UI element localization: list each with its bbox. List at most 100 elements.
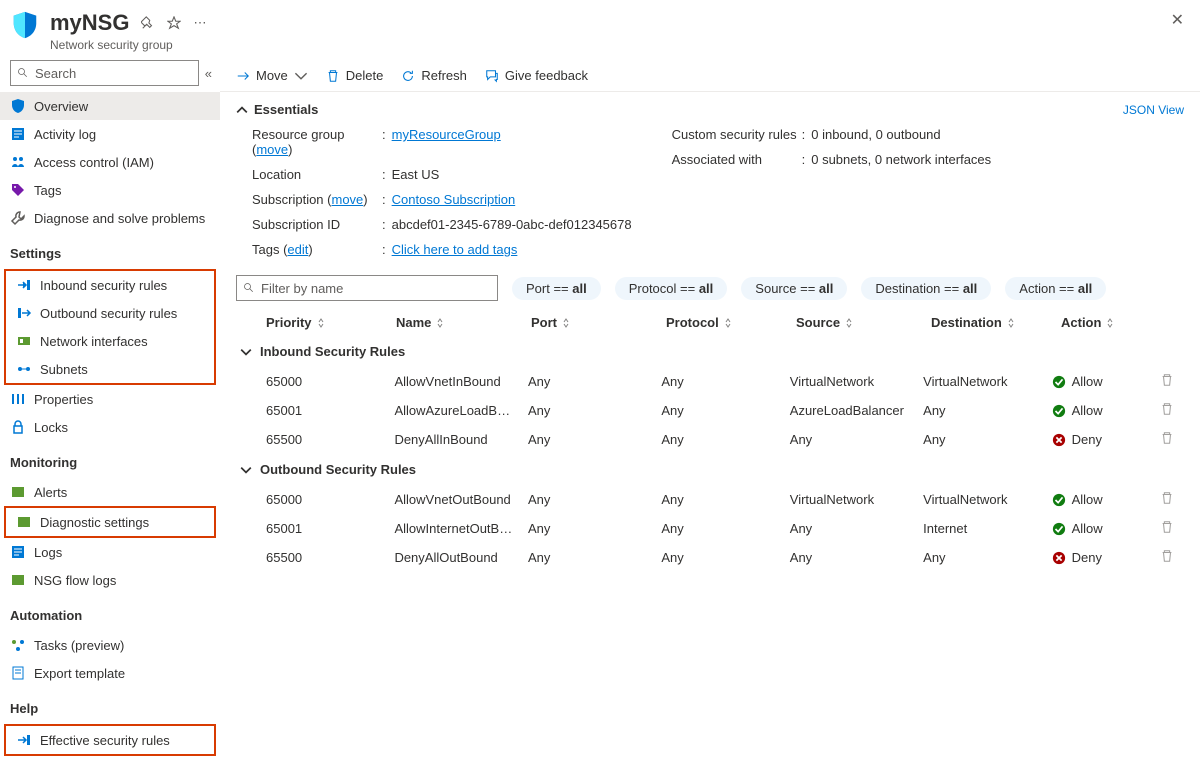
close-icon[interactable]: ✕	[1171, 10, 1184, 30]
star-icon[interactable]	[167, 16, 181, 30]
eff-icon	[16, 732, 32, 748]
refresh-icon	[401, 69, 415, 83]
sidebar-item-subnets[interactable]: Subnets	[6, 355, 214, 383]
flow-icon	[10, 572, 26, 588]
sidebar-item-properties[interactable]: Properties	[0, 385, 220, 413]
sidebar-item-locks[interactable]: Locks	[0, 413, 220, 441]
sidebar-item-nsg-flow-logs[interactable]: NSG flow logs	[0, 566, 220, 594]
page-title: myNSG	[50, 10, 129, 36]
chevron-down-icon	[240, 346, 252, 358]
col-action[interactable]: Action	[1061, 315, 1171, 330]
iam-icon	[10, 154, 26, 170]
chevron-down-icon	[294, 69, 308, 83]
table-row[interactable]: 65000AllowVnetOutBoundAnyAnyVirtualNetwo…	[236, 485, 1184, 514]
group-inbound[interactable]: Inbound Security Rules	[236, 336, 1184, 367]
sidebar-item-access-control-iam-[interactable]: Access control (IAM)	[0, 148, 220, 176]
delete-row-icon[interactable]	[1160, 373, 1184, 390]
sidebar-item-diagnostic-settings[interactable]: Diagnostic settings	[6, 508, 214, 536]
col-name[interactable]: Name	[396, 315, 531, 330]
sub-link[interactable]: Contoso Subscription	[392, 192, 516, 207]
delete-row-icon[interactable]	[1160, 491, 1184, 508]
sidebar-item-tasks-preview-[interactable]: Tasks (preview)	[0, 631, 220, 659]
filter-action[interactable]: Action == all	[1005, 277, 1106, 300]
lock-icon	[10, 419, 26, 435]
table-row[interactable]: 65500DenyAllInBoundAnyAnyAnyAnyDeny	[236, 425, 1184, 454]
feedback-button[interactable]: Give feedback	[485, 68, 588, 83]
rg-link[interactable]: myResourceGroup	[392, 127, 501, 157]
section-settings: Settings	[0, 232, 220, 265]
filter-port[interactable]: Port == all	[512, 277, 601, 300]
sidebar-item-tags[interactable]: Tags	[0, 176, 220, 204]
export-icon	[10, 665, 26, 681]
delete-row-icon[interactable]	[1160, 520, 1184, 537]
in-icon	[16, 277, 32, 293]
sidebar-item-outbound-security-rules[interactable]: Outbound security rules	[6, 299, 214, 327]
delete-row-icon[interactable]	[1160, 402, 1184, 419]
trash-icon	[326, 69, 340, 83]
move-icon	[236, 69, 250, 83]
col-source[interactable]: Source	[796, 315, 931, 330]
table-row[interactable]: 65001AllowAzureLoadBalanc…AnyAnyAzureLoa…	[236, 396, 1184, 425]
sidebar-item-overview[interactable]: Overview	[0, 92, 220, 120]
sidebar: Search « OverviewActivity logAccess cont…	[0, 60, 220, 757]
feedback-icon	[485, 69, 499, 83]
log-icon	[10, 126, 26, 142]
sidebar-item-inbound-security-rules[interactable]: Inbound security rules	[6, 271, 214, 299]
group-outbound[interactable]: Outbound Security Rules	[236, 454, 1184, 485]
section-monitoring: Monitoring	[0, 441, 220, 474]
table-row[interactable]: 65000AllowVnetInBoundAnyAnyVirtualNetwor…	[236, 367, 1184, 396]
table-row[interactable]: 65001AllowInternetOutBoundAnyAnyAnyInter…	[236, 514, 1184, 543]
tags-edit-link[interactable]: edit	[287, 242, 308, 257]
search-icon	[17, 67, 29, 79]
section-help: Help	[0, 687, 220, 720]
filter-destination[interactable]: Destination == all	[861, 277, 991, 300]
table-row[interactable]: 65500DenyAllOutBoundAnyAnyAnyAnyDeny	[236, 543, 1184, 572]
out-icon	[16, 305, 32, 321]
toolbar: Move Delete Refresh Give feedback	[220, 60, 1200, 92]
chevron-down-icon	[240, 464, 252, 476]
delete-row-icon[interactable]	[1160, 431, 1184, 448]
add-tags-link[interactable]: Click here to add tags	[392, 242, 518, 257]
alert-icon	[10, 484, 26, 500]
shield-icon	[10, 10, 40, 40]
tag-icon	[10, 182, 26, 198]
rg-move-link[interactable]: move	[256, 142, 288, 157]
wrench-icon	[10, 210, 26, 226]
essentials-title: Essentials	[254, 102, 318, 117]
section-automation: Automation	[0, 594, 220, 627]
subnet-icon	[16, 361, 32, 377]
pin-icon[interactable]	[141, 16, 155, 30]
refresh-button[interactable]: Refresh	[401, 68, 467, 83]
search-icon	[243, 282, 255, 294]
col-port[interactable]: Port	[531, 315, 666, 330]
move-button[interactable]: Move	[236, 68, 308, 83]
props-icon	[10, 391, 26, 407]
chevron-up-icon[interactable]	[236, 104, 248, 116]
sidebar-item-export-template[interactable]: Export template	[0, 659, 220, 687]
tasks-icon	[10, 637, 26, 653]
sidebar-item-alerts[interactable]: Alerts	[0, 478, 220, 506]
more-icon[interactable]: ⋯	[193, 15, 208, 31]
filter-input[interactable]: Filter by name	[236, 275, 498, 301]
sidebar-item-effective-security-rules[interactable]: Effective security rules	[6, 726, 214, 754]
diag-icon	[16, 514, 32, 530]
sub-move-link[interactable]: move	[332, 192, 364, 207]
sidebar-item-network-interfaces[interactable]: Network interfaces	[6, 327, 214, 355]
sidebar-item-logs[interactable]: Logs	[0, 538, 220, 566]
delete-row-icon[interactable]	[1160, 549, 1184, 566]
filter-source[interactable]: Source == all	[741, 277, 847, 300]
table-header: Priority Name Port Protocol Source Desti…	[236, 313, 1184, 336]
delete-button[interactable]: Delete	[326, 68, 384, 83]
sidebar-item-activity-log[interactable]: Activity log	[0, 120, 220, 148]
filter-protocol[interactable]: Protocol == all	[615, 277, 728, 300]
collapse-icon[interactable]: «	[205, 66, 212, 81]
nic-icon	[16, 333, 32, 349]
search-input[interactable]: Search	[10, 60, 199, 86]
page-subtitle: Network security group	[50, 38, 208, 52]
col-protocol[interactable]: Protocol	[666, 315, 796, 330]
sidebar-item-diagnose-and-solve-problems[interactable]: Diagnose and solve problems	[0, 204, 220, 232]
col-destination[interactable]: Destination	[931, 315, 1061, 330]
col-priority[interactable]: Priority	[266, 315, 396, 330]
shield-icon	[10, 98, 26, 114]
json-view-link[interactable]: JSON View	[1123, 103, 1184, 117]
